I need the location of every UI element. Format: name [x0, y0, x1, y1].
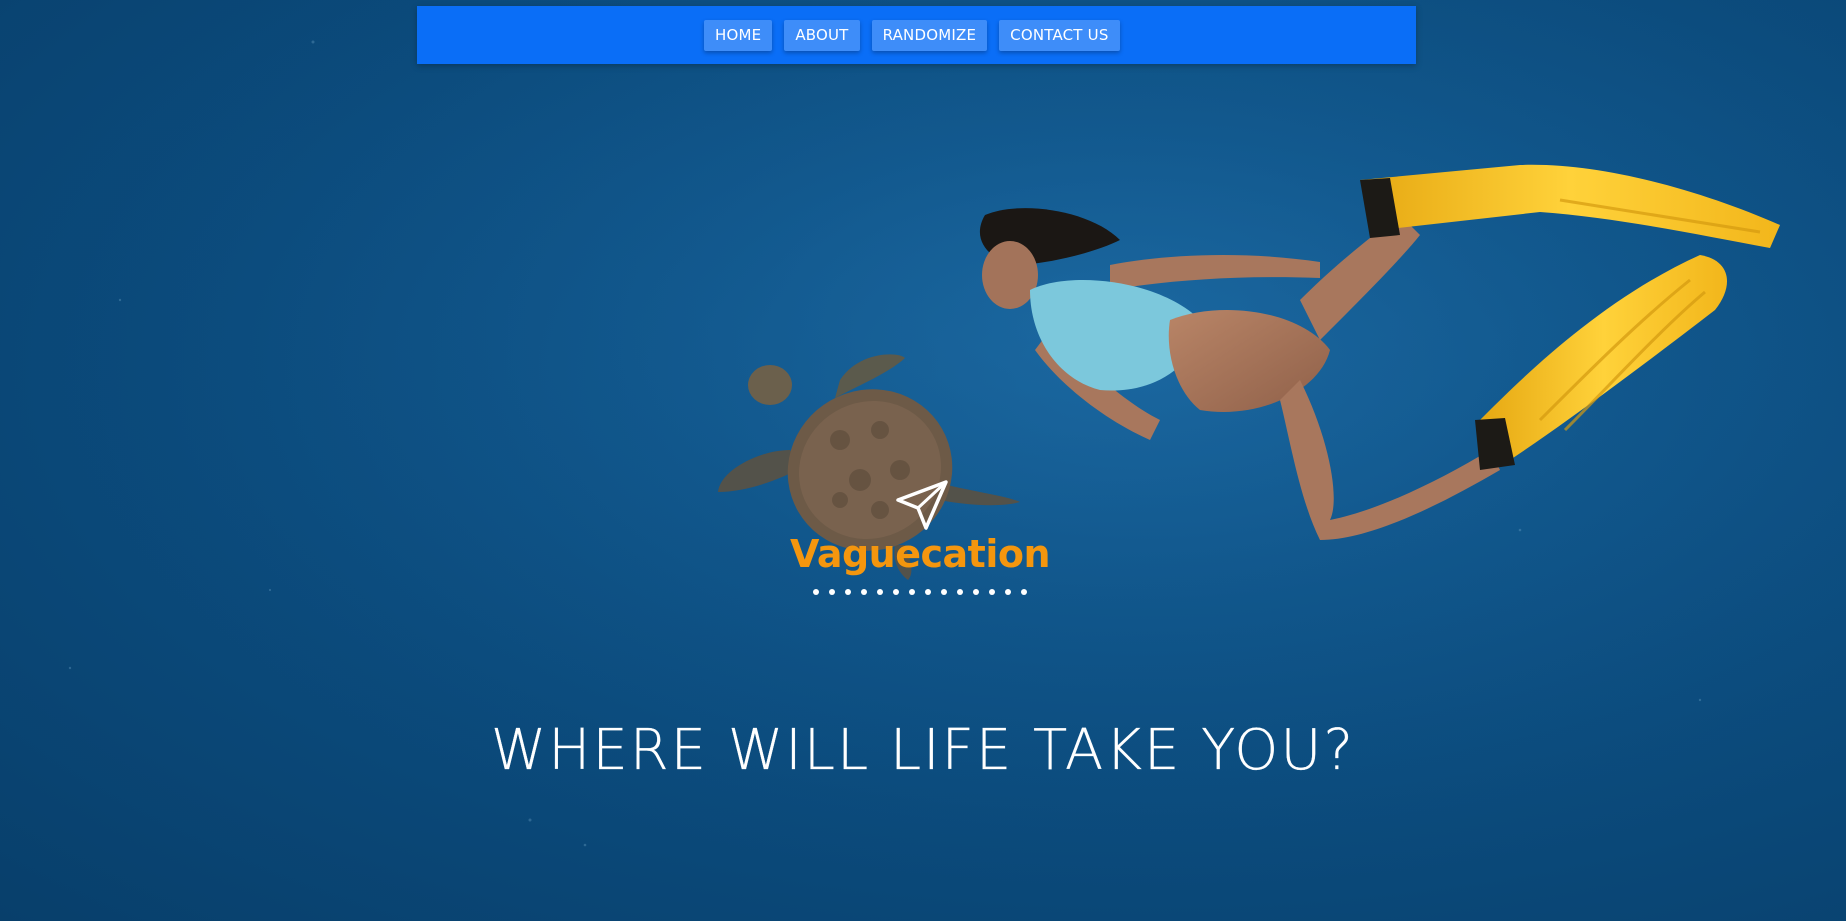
hero-section: HOME ABOUT RANDOMIZE CONTACT US Vaguecat…: [0, 0, 1846, 921]
logo-dotted-underline: [770, 580, 1070, 599]
nav-home-button[interactable]: HOME: [704, 20, 773, 51]
brand-name: Vaguecation: [789, 532, 1051, 576]
brand-logo[interactable]: Vaguecation: [770, 478, 1070, 595]
hero-headline: WHERE WILL LIFE TAKE YOU?: [490, 717, 1356, 783]
nav-randomize-button[interactable]: RANDOMIZE: [871, 20, 988, 51]
top-navigation-bar: HOME ABOUT RANDOMIZE CONTACT US: [417, 6, 1416, 64]
paper-plane-icon: [896, 480, 948, 530]
nav-about-button[interactable]: ABOUT: [784, 20, 860, 51]
nav-menu: HOME ABOUT RANDOMIZE CONTACT US: [704, 20, 1120, 51]
nav-contact-us-button[interactable]: CONTACT US: [999, 20, 1120, 51]
